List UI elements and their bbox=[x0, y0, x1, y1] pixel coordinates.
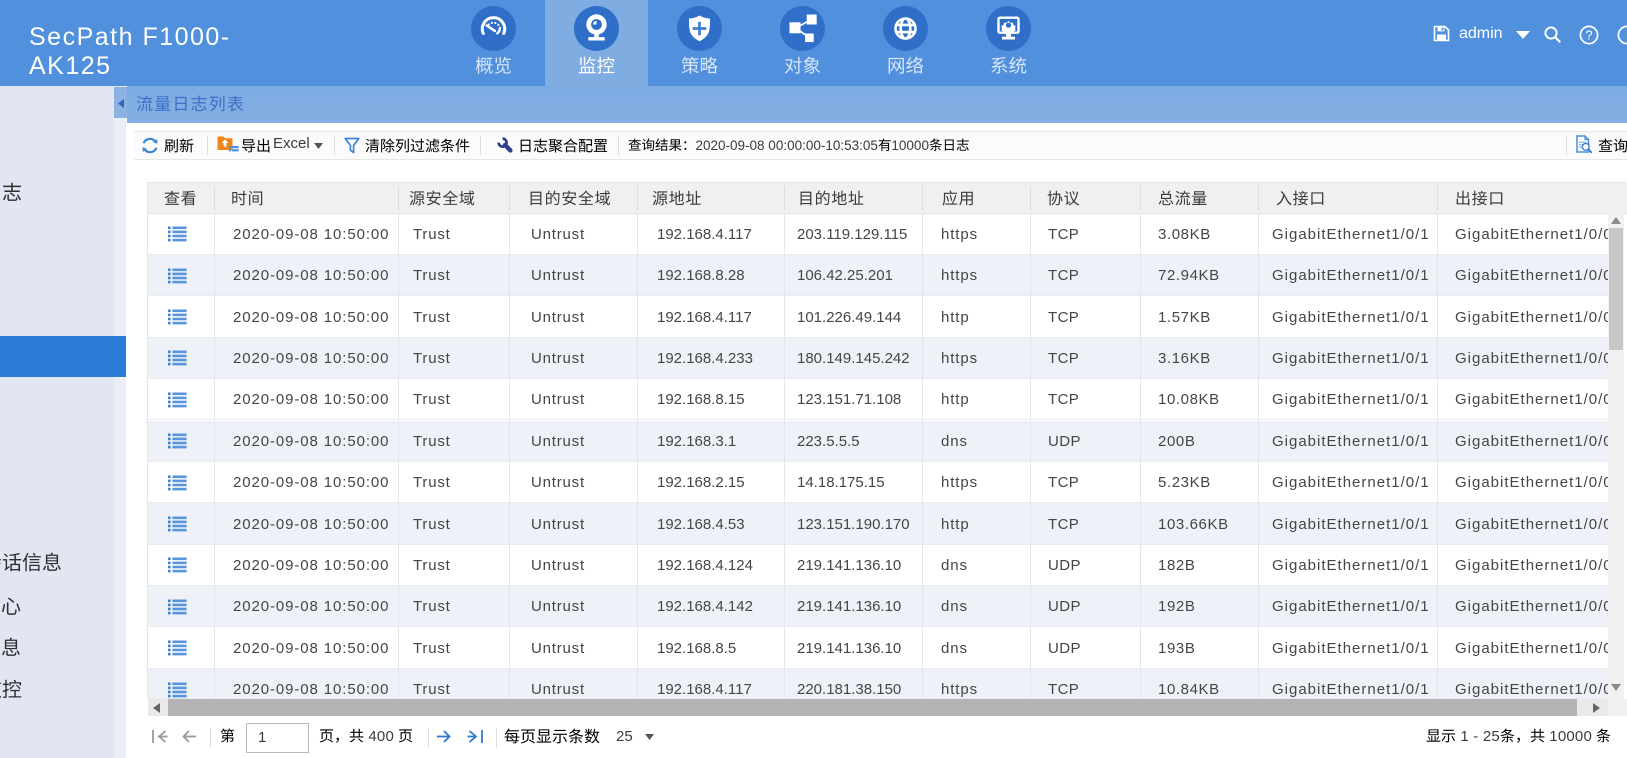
svg-text:?: ? bbox=[1585, 28, 1592, 43]
